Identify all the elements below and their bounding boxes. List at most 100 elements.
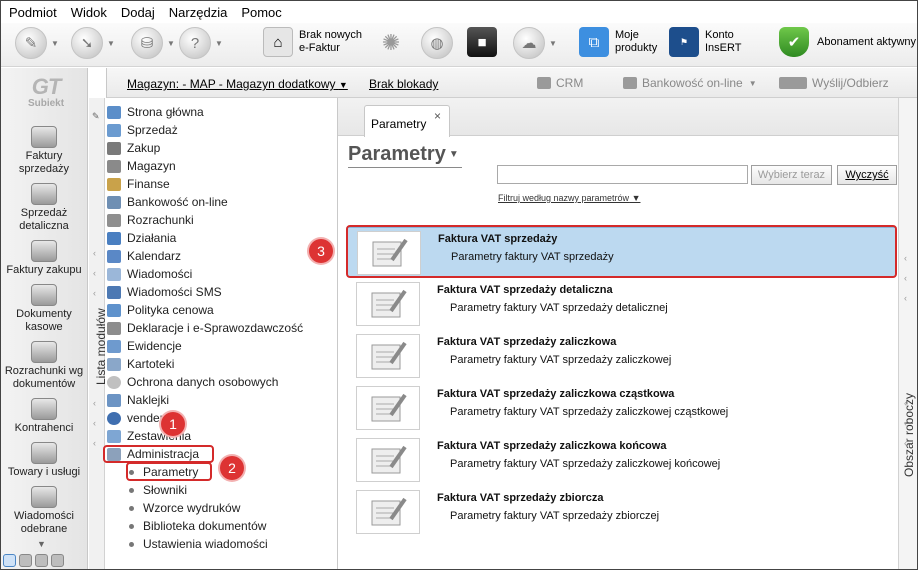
list-item[interactable]: Faktura VAT sprzedaży detaliczna Paramet…: [347, 279, 896, 329]
row-subtitle: Parametry faktury VAT sprzedaży zbiorcze…: [450, 510, 660, 522]
collapse-arrow-icon[interactable]: ‹: [93, 268, 96, 278]
collapse-arrow-icon[interactable]: ‹: [93, 288, 96, 298]
list-item[interactable]: Faktura VAT sprzedaży zaliczkowa Paramet…: [347, 331, 896, 381]
chevron-down-icon[interactable]: ▼: [449, 149, 459, 160]
module-sprzedaz[interactable]: Sprzedaż: [107, 121, 178, 139]
wybierz-teraz-button[interactable]: Wybierz teraz: [751, 165, 832, 185]
submodule-slowniki[interactable]: Słowniki: [129, 481, 187, 499]
wyczysc-button[interactable]: Wyczyść: [837, 165, 897, 185]
chevron-down-icon[interactable]: ▼: [51, 39, 59, 48]
tb-loading-button[interactable]: ✺: [375, 27, 407, 59]
crm-button[interactable]: CRM: [537, 76, 583, 90]
tb-globe-button[interactable]: ◍: [421, 27, 453, 59]
wyslij-odbierz-button[interactable]: Wyślij/Odbierz: [779, 76, 889, 90]
brak-blokady-link[interactable]: Brak blokady: [369, 77, 438, 91]
collapse-arrow-icon[interactable]: ‹: [93, 398, 96, 408]
tb-send-button[interactable]: ➘ ▼: [71, 27, 115, 59]
view-toggle-4[interactable]: [51, 554, 64, 567]
view-toggle-1[interactable]: [3, 554, 16, 567]
submodule-wzorce-wydrukow[interactable]: Wzorce wydruków: [129, 499, 240, 517]
module-dzialania[interactable]: Działania: [107, 229, 176, 247]
list-item[interactable]: Faktura VAT sprzedaży zaliczkowa końcowa…: [347, 435, 896, 485]
module-kartoteki[interactable]: Kartoteki: [107, 355, 174, 373]
retail-icon: [31, 183, 57, 205]
module-naklejki[interactable]: Naklejki: [107, 391, 169, 409]
view-toggle-3[interactable]: [35, 554, 48, 567]
page-title[interactable]: Parametry ▼: [348, 143, 459, 166]
nav-sprzedaz-detaliczna[interactable]: Sprzedaż detaliczna: [1, 183, 87, 233]
module-kalendarz[interactable]: Kalendarz: [107, 247, 181, 265]
list-item[interactable]: Faktura VAT sprzedaży zaliczkowa cząstko…: [347, 383, 896, 433]
chevron-down-icon[interactable]: ▼: [167, 39, 175, 48]
menu-pomoc[interactable]: Pomoc: [241, 5, 281, 20]
expand-arrow-icon[interactable]: ‹: [904, 273, 907, 283]
tb-help-button[interactable]: ? ▼: [179, 27, 223, 59]
tb-coins-button[interactable]: ⛁ ▼: [131, 27, 175, 59]
warehouse-icon: [107, 159, 121, 173]
bankowosc-button[interactable]: Bankowość on-line ▼: [623, 76, 757, 90]
module-zakup[interactable]: Zakup: [107, 139, 160, 157]
module-rozrachunki[interactable]: Rozrachunki: [107, 211, 194, 229]
module-bankowosc[interactable]: Bankowość on-line: [107, 193, 228, 211]
chevron-down-icon[interactable]: ▼: [107, 39, 115, 48]
nav-rozrachunki[interactable]: Rozrachunki wg dokumentów: [1, 341, 87, 391]
module-magazyn[interactable]: Magazyn: [107, 157, 176, 175]
tb-efaktur-button[interactable]: ⌂ Brak nowych e-Faktur: [263, 27, 362, 57]
collapse-arrow-icon[interactable]: ‹: [93, 248, 96, 258]
annotation-badge-1: 1: [161, 412, 185, 436]
expand-arrow-icon[interactable]: ‹: [904, 438, 907, 448]
chevron-down-icon[interactable]: ▼: [549, 39, 557, 48]
tb-sign-button[interactable]: ✎ ▼: [15, 27, 59, 59]
scroll-down-icon[interactable]: ▼: [37, 539, 46, 549]
module-ewidencje[interactable]: Ewidencje: [107, 337, 182, 355]
modules-strip: ✎ ‹ ‹ ‹ Lista modułów ‹ ‹ ‹: [89, 98, 108, 569]
annotation-badge-3: 3: [309, 239, 333, 263]
menu-podmiot[interactable]: Podmiot: [9, 5, 57, 20]
expand-arrow-icon[interactable]: ‹: [904, 253, 907, 263]
nav-faktury-sprzedazy[interactable]: Faktury sprzedaży: [1, 126, 87, 176]
module-finanse[interactable]: Finanse: [107, 175, 170, 193]
module-strona-glowna[interactable]: Strona główna: [107, 103, 204, 121]
produkty-label-1: Moje: [615, 29, 639, 41]
shield-check-icon: ✔: [779, 27, 809, 57]
collapse-arrow-icon[interactable]: ‹: [93, 418, 96, 428]
calendar-icon: [107, 249, 121, 263]
tb-abonament-button[interactable]: ✔ Abonament aktywny: [779, 27, 916, 57]
module-deklaracje[interactable]: Deklaracje i e-Sprawozdawczość: [107, 319, 303, 337]
list-item[interactable]: Faktura VAT sprzedaży zbiorcza Parametry…: [347, 487, 896, 537]
tb-moje-produkty-button[interactable]: ⧉ Moje produkty: [579, 27, 657, 57]
module-polityka-cenowa[interactable]: Polityka cenowa: [107, 301, 214, 319]
collapse-arrow-icon[interactable]: ‹: [93, 438, 96, 448]
envelope-icon: [31, 486, 57, 508]
magazyn-selector[interactable]: Magazyn: - MAP - Magazyn dodatkowy ▼: [127, 77, 348, 91]
module-wiadomosci-sms[interactable]: Wiadomości SMS: [107, 283, 222, 301]
spinner-icon: ✺: [381, 30, 401, 55]
bullet-icon: [129, 541, 134, 547]
pin-icon[interactable]: ✎: [92, 111, 100, 122]
search-input[interactable]: [497, 165, 748, 184]
submodule-biblioteka-dokumentow[interactable]: Biblioteka dokumentów: [129, 517, 266, 535]
tb-cloud-button[interactable]: ☁ ▼: [513, 27, 557, 59]
submodule-ustawienia-wiadomosci[interactable]: Ustawienia wiadomości: [129, 535, 268, 553]
menu-widok[interactable]: Widok: [71, 5, 107, 20]
nav-towary-uslugi[interactable]: Towary i usługi: [1, 442, 87, 479]
nav-dokumenty-kasowe[interactable]: Dokumenty kasowe: [1, 284, 87, 334]
chevron-down-icon[interactable]: ▼: [215, 39, 223, 48]
expand-arrow-icon[interactable]: ‹: [904, 398, 907, 408]
view-toggle-2[interactable]: [19, 554, 32, 567]
nav-kontrahenci[interactable]: Kontrahenci: [1, 398, 87, 435]
tb-box-button[interactable]: ■: [467, 27, 497, 57]
module-ochrona-danych[interactable]: Ochrona danych osobowych: [107, 373, 278, 391]
tb-konto-insert-button[interactable]: ⚑ Konto InsERT: [669, 27, 741, 57]
expand-arrow-icon[interactable]: ‹: [904, 293, 907, 303]
expand-arrow-icon[interactable]: ‹: [904, 418, 907, 428]
close-icon[interactable]: ×: [434, 109, 441, 123]
menu-dodaj[interactable]: Dodaj: [121, 5, 155, 20]
filter-dropdown[interactable]: Filtruj według nazwy parametrów ▼: [498, 193, 640, 203]
menu-narzedzia[interactable]: Narzędzia: [169, 5, 228, 20]
tab-parametry[interactable]: Parametry ×: [364, 105, 450, 137]
nav-faktury-zakupu[interactable]: Faktury zakupu: [1, 240, 87, 277]
module-wiadomosci[interactable]: Wiadomości: [107, 265, 192, 283]
home-icon: [107, 105, 121, 119]
nav-wiadomosci-odebrane[interactable]: Wiadomości odebrane: [1, 486, 87, 536]
